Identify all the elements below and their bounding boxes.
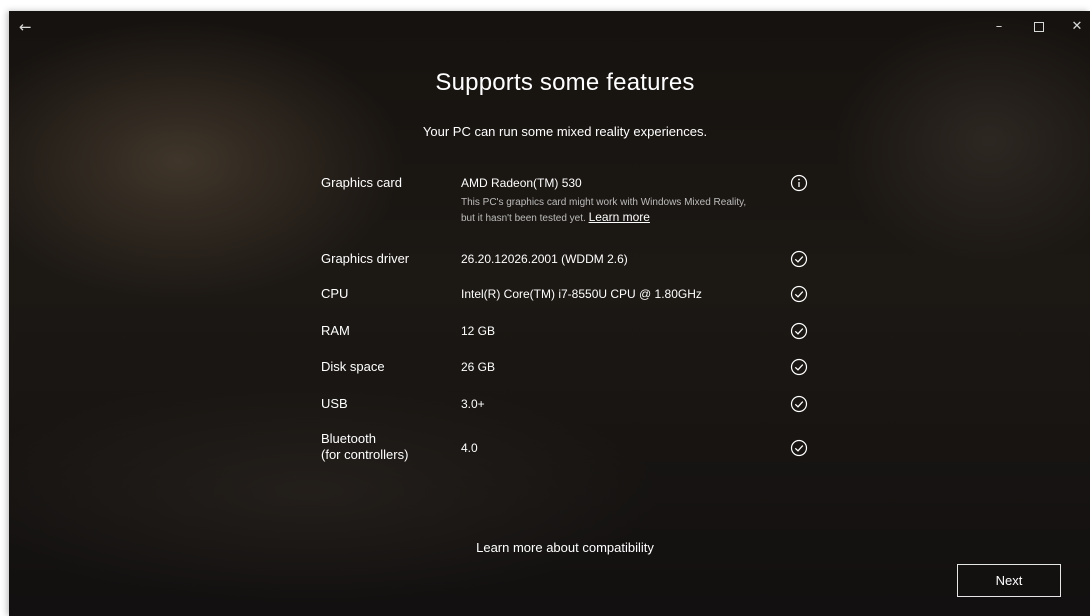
check-circle-icon <box>790 358 808 376</box>
close-button[interactable]: ✕ <box>1067 17 1087 37</box>
maximize-button[interactable] <box>1029 17 1049 37</box>
learn-more-link[interactable]: Learn more <box>589 210 650 224</box>
requirement-value: Intel(R) Core(TM) i7-8550U CPU @ 1.80GHz <box>461 287 702 301</box>
bluetooth-label: Bluetooth <box>321 431 376 446</box>
requirement-label: Graphics card <box>321 175 402 190</box>
maximize-icon <box>1034 21 1044 32</box>
page-title: Supports some features <box>435 69 695 96</box>
minimize-button[interactable]: – <box>989 17 1009 37</box>
requirement-label: CPU <box>321 286 349 301</box>
check-circle-icon <box>790 439 808 457</box>
back-arrow-icon[interactable]: ← <box>19 18 37 36</box>
graphics-card-note: This PC's graphics card might work with … <box>461 195 761 226</box>
learn-more-compatibility-link[interactable]: Learn more about compatibility <box>9 540 1090 555</box>
requirement-label: Bluetooth (for controllers) <box>321 431 456 463</box>
requirement-label: Graphics driver <box>321 251 410 266</box>
next-button[interactable]: Next <box>957 564 1061 597</box>
bluetooth-label-sub: (for controllers) <box>321 447 409 462</box>
requirement-label: USB <box>321 396 348 411</box>
mixed-reality-window: ← – ✕ Supports some features Your PC can… <box>9 11 1090 616</box>
page-subtitle: Your PC can run some mixed reality exper… <box>422 124 708 139</box>
check-circle-icon <box>790 250 808 268</box>
requirement-value: 26.20.12026.2001 (WDDM 2.6) <box>461 252 628 266</box>
requirement-value: 4.0 <box>461 441 478 455</box>
graphics-card-name: AMD Radeon(TM) 530 <box>461 176 582 190</box>
requirement-value: 3.0+ <box>461 397 485 411</box>
check-circle-icon <box>790 285 808 303</box>
check-circle-icon <box>790 322 808 340</box>
check-circle-icon <box>790 395 808 413</box>
requirement-value: AMD Radeon(TM) 530 This PC's graphics ca… <box>461 175 781 226</box>
requirement-value: 26 GB <box>461 360 496 374</box>
requirement-label: RAM <box>321 323 350 338</box>
requirement-label: Disk space <box>321 359 385 374</box>
info-icon[interactable] <box>790 174 808 192</box>
requirement-value: 12 GB <box>461 324 496 338</box>
